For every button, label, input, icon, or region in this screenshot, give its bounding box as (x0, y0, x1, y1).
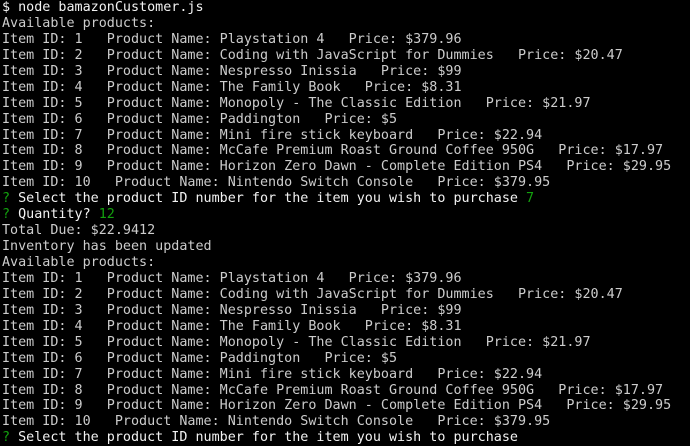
products-heading: Available products: (2, 255, 156, 270)
final-id-prompt-line[interactable]: ? Select the product ID number for the i… (2, 430, 690, 446)
product-line: Item ID: 4 Product Name: The Family Book… (2, 79, 462, 95)
product-line: Item ID: 6 Product Name: Paddington Pric… (2, 350, 398, 366)
final-id-prompt-text: Select the product ID number for the ite… (18, 430, 518, 446)
product-line: Item ID: 10 Product Name: Nintendo Switc… (2, 175, 551, 191)
product-line: Item ID: 3 Product Name: Nespresso Iniss… (2, 63, 462, 79)
product-list: Item ID: 1 Product Name: Playstation 4 P… (2, 271, 690, 430)
product-line: Item ID: 9 Product Name: Horizon Zero Da… (2, 398, 672, 414)
product-line: Item ID: 8 Product Name: McCafe Premium … (2, 143, 664, 159)
product-line: Item ID: 10 Product Name: Nintendo Switc… (2, 414, 551, 430)
product-line: Item ID: 1 Product Name: Playstation 4 P… (2, 31, 462, 47)
id-prompt-line: ? Select the product ID number for the i… (2, 191, 690, 207)
product-line: Item ID: 3 Product Name: Nespresso Iniss… (2, 302, 462, 318)
command-text: node bamazonCustomer.js (18, 0, 204, 15)
product-line: Item ID: 5 Product Name: Monopoly - The … (2, 334, 591, 350)
question-mark-icon: ? (2, 430, 11, 446)
quantity-answer[interactable]: 12 (99, 207, 115, 222)
products-heading: Available products: (2, 15, 156, 31)
product-line: Item ID: 5 Product Name: Monopoly - The … (2, 95, 591, 111)
quantity-prompt-text: Quantity? (18, 207, 91, 223)
command-line: $ node bamazonCustomer.js (2, 0, 690, 16)
question-mark-icon: ? (2, 207, 11, 223)
product-line: Item ID: 4 Product Name: The Family Book… (2, 318, 462, 334)
product-line: Item ID: 1 Product Name: Playstation 4 P… (2, 270, 462, 286)
product-line: Item ID: 8 Product Name: McCafe Premium … (2, 382, 664, 398)
product-line: Item ID: 6 Product Name: Paddington Pric… (2, 111, 398, 127)
shell-prompt: $ (2, 0, 11, 15)
id-answer[interactable]: 7 (526, 191, 534, 206)
product-list: Item ID: 1 Product Name: Playstation 4 P… (2, 32, 690, 191)
terminal-window[interactable]: $ node bamazonCustomer.js Available prod… (0, 0, 690, 446)
inventory-message: Inventory has been updated (2, 239, 212, 255)
product-line: Item ID: 7 Product Name: Mini fire stick… (2, 366, 543, 382)
quantity-prompt-line: ? Quantity? 12 (2, 207, 690, 223)
question-mark-icon: ? (2, 191, 11, 207)
id-prompt-text: Select the product ID number for the ite… (18, 191, 518, 207)
product-line: Item ID: 2 Product Name: Coding with Jav… (2, 47, 623, 63)
product-line: Item ID: 2 Product Name: Coding with Jav… (2, 286, 623, 302)
product-line: Item ID: 9 Product Name: Horizon Zero Da… (2, 159, 672, 175)
total-due: Total Due: $22.9412 (2, 223, 156, 239)
product-line: Item ID: 7 Product Name: Mini fire stick… (2, 127, 543, 143)
